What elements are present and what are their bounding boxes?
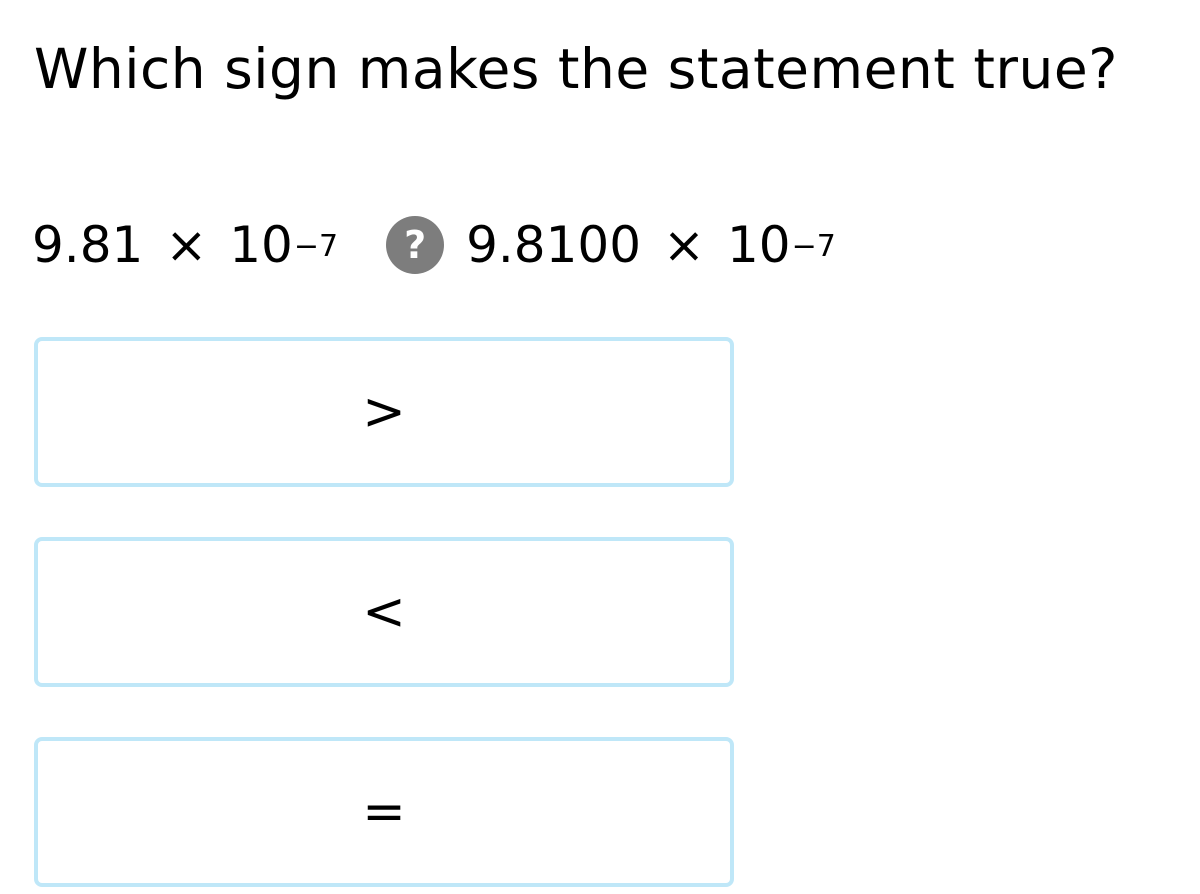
choice-label: < — [362, 582, 406, 642]
choice-less-than-button[interactable]: < — [34, 537, 734, 687]
choice-greater-than-button[interactable]: > — [34, 337, 734, 487]
right-term: 9.8100 × 10 −7 — [466, 216, 836, 274]
choice-label: > — [362, 382, 406, 442]
left-term: 9.81 × 10 −7 — [32, 216, 338, 274]
left-base: 10 — [229, 216, 293, 274]
right-exponent: −7 — [791, 229, 836, 264]
question-text: Which sign makes the statement true? — [34, 37, 1118, 101]
question-mark-circle-icon: ? — [386, 216, 445, 274]
left-mantissa: 9.81 — [32, 216, 144, 274]
choice-equal-button[interactable]: = — [34, 737, 734, 887]
left-times-sign: × — [165, 216, 208, 274]
right-base: 10 — [726, 216, 791, 274]
choice-label: = — [362, 782, 406, 842]
right-times-sign: × — [663, 216, 705, 274]
left-exponent: −7 — [293, 229, 339, 264]
right-mantissa: 9.8100 — [466, 216, 642, 274]
comparison-expression: 9.81 × 10 −7 ? 9.8100 × 10 −7 — [32, 205, 836, 285]
